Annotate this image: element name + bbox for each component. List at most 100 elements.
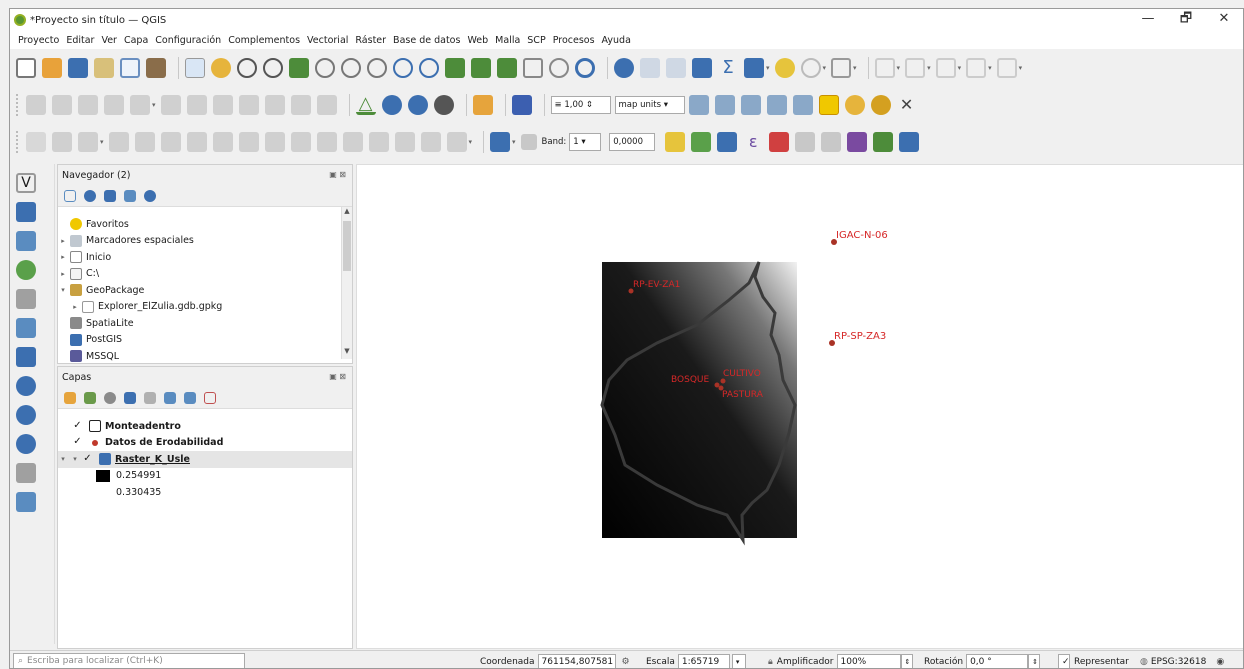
- render-checkbox[interactable]: ✓: [1058, 654, 1070, 668]
- scp-help-icon[interactable]: [899, 132, 920, 152]
- add-selected-layers-icon[interactable]: [64, 189, 76, 202]
- adv-tool-10-icon[interactable]: [264, 132, 285, 152]
- map-point-rp-sp-za3[interactable]: RP-SP-ZA3: [829, 331, 886, 346]
- adv-tool-11-icon[interactable]: [290, 132, 311, 152]
- adv-tool-14-icon[interactable]: [368, 132, 389, 152]
- zoom-in-icon[interactable]: [237, 58, 257, 78]
- tree-item-mssql[interactable]: MSSQL: [58, 348, 352, 365]
- edit-pencil-icon[interactable]: [26, 95, 46, 115]
- zoom-layer-icon[interactable]: [341, 58, 361, 78]
- rotation-spin-icon[interactable]: ⇕: [1028, 654, 1041, 668]
- collapse-all-icon[interactable]: [124, 189, 136, 202]
- tree-item-spatialite[interactable]: SpatiaLite: [58, 315, 352, 332]
- delete-selected-icon[interactable]: [186, 95, 207, 115]
- add-wfs-icon[interactable]: [16, 434, 36, 454]
- adv-tool-2-icon[interactable]: [52, 132, 72, 152]
- collapse-arrow-icon[interactable]: ▾: [58, 286, 68, 294]
- refresh-browser-icon[interactable]: [84, 189, 96, 202]
- scp-roi-icon[interactable]: [691, 132, 712, 152]
- adv-tool-13-icon[interactable]: [342, 132, 363, 152]
- project-templates-icon[interactable]: [94, 58, 114, 78]
- units-dropdown[interactable]: map units ▾: [614, 96, 685, 114]
- tree-item-geopackage[interactable]: ▾ GeoPackage: [58, 282, 352, 299]
- zoom-next-icon[interactable]: [419, 58, 439, 78]
- adv-tool-4-icon[interactable]: [108, 132, 129, 152]
- adv-tool-5-icon[interactable]: [134, 132, 155, 152]
- undo-icon[interactable]: [290, 95, 311, 115]
- add-vector-layer-icon[interactable]: V: [16, 173, 36, 193]
- scp-active-tool-icon[interactable]: [818, 95, 839, 115]
- layer-row-erodabilidad[interactable]: ✓ Datos de Erodabilidad: [58, 435, 352, 452]
- scp-tool-1-icon[interactable]: [688, 95, 709, 115]
- crs-widget[interactable]: ◍ EPSG:32618 ◉: [1140, 654, 1224, 668]
- scroll-thumb[interactable]: [343, 221, 351, 271]
- manage-visibility-icon[interactable]: [104, 391, 116, 404]
- coordinate-field[interactable]: 761154,807581: [537, 654, 616, 668]
- plugin-tool-2-icon[interactable]: [905, 58, 926, 78]
- style-manager-icon[interactable]: [146, 58, 166, 78]
- pan-hand-icon[interactable]: [185, 58, 205, 78]
- filter-expression-icon[interactable]: [144, 391, 156, 404]
- scp-disabled-2-icon[interactable]: [821, 132, 842, 152]
- lock-icon[interactable]: 🔒︎: [768, 657, 773, 667]
- menu-editar[interactable]: Editar: [66, 35, 94, 46]
- tree-item-postgis[interactable]: PostGIS: [58, 332, 352, 349]
- remove-layer-icon[interactable]: [204, 391, 216, 404]
- add-raster-layer-icon[interactable]: [16, 202, 36, 222]
- layer-visibility-checkbox[interactable]: ✓: [72, 420, 83, 432]
- layer-row-raster-k-usle[interactable]: ▾ ▾ ✓ Raster_K_Usle: [58, 451, 352, 468]
- scp-classify-icon[interactable]: [847, 132, 868, 152]
- menu-malla[interactable]: Malla: [495, 35, 520, 46]
- print-layout-icon[interactable]: [120, 58, 140, 78]
- scp-pen-icon[interactable]: [665, 132, 686, 152]
- new-map-view-icon[interactable]: [445, 58, 465, 78]
- layer-visibility-checkbox[interactable]: ✓: [72, 437, 83, 448]
- scroll-down-icon[interactable]: ▼: [342, 347, 352, 359]
- bookmark-icon[interactable]: [497, 58, 517, 78]
- adv-tool-16-icon[interactable]: [420, 132, 441, 152]
- menu-base-de-datos[interactable]: Base de datos: [393, 35, 460, 46]
- expand-arrow-icon[interactable]: ▸: [70, 303, 80, 311]
- scp-tool-2-icon[interactable]: [714, 95, 735, 115]
- temporal-controller-icon[interactable]: [549, 58, 569, 78]
- tree-item-drive-c[interactable]: ▸ C:\: [58, 266, 352, 283]
- add-mesh-layer-icon[interactable]: [16, 231, 36, 251]
- band-dropdown[interactable]: 1 ▾: [569, 133, 602, 151]
- menu-procesos[interactable]: Procesos: [553, 35, 595, 46]
- scp-tool-3-icon[interactable]: [740, 95, 761, 115]
- raster-color-icon[interactable]: [520, 134, 537, 150]
- plugin-tool-3-icon[interactable]: [935, 58, 956, 78]
- add-postgis-icon[interactable]: [16, 318, 36, 338]
- layer-row-monteadentro[interactable]: ✓ Monteadentro: [58, 418, 352, 435]
- help-icon[interactable]: [511, 95, 532, 115]
- scale-field[interactable]: 1:65719: [677, 654, 730, 668]
- locator-search-input[interactable]: ⌕ Escriba para localizar (Ctrl+K): [13, 653, 245, 668]
- line-width-spinbox[interactable]: ≡ 1,00 ⇕: [550, 96, 611, 114]
- layer-visibility-checkbox[interactable]: ✓: [82, 453, 93, 465]
- pan-to-selection-icon[interactable]: [211, 58, 231, 78]
- magnifier-field[interactable]: 100%: [836, 654, 901, 668]
- plugin-tool-5-icon[interactable]: [996, 58, 1017, 78]
- new-temporary-layer-icon[interactable]: [16, 492, 36, 512]
- menu-proyecto[interactable]: Proyecto: [18, 35, 59, 46]
- adv-tool-8-icon[interactable]: [212, 132, 233, 152]
- raster-value-field[interactable]: 0,0000: [609, 133, 656, 151]
- menu-raster[interactable]: Ráster: [355, 35, 386, 46]
- collapse-arrow-icon[interactable]: ▾: [58, 455, 68, 463]
- adv-tool-9-icon[interactable]: [238, 132, 259, 152]
- redo-icon[interactable]: [316, 95, 337, 115]
- text-annotation-icon[interactable]: [831, 58, 852, 78]
- menu-capa[interactable]: Capa: [124, 35, 148, 46]
- adv-tool-12-icon[interactable]: [316, 132, 337, 152]
- magnifier-spin-icon[interactable]: ⇕: [900, 654, 913, 668]
- add-spatialite-icon[interactable]: [16, 289, 36, 309]
- filter-browser-icon[interactable]: [104, 189, 116, 202]
- raster-pick-icon[interactable]: [490, 132, 511, 152]
- plugin-tool-1-icon[interactable]: [874, 58, 895, 78]
- plugin-tool-4-icon[interactable]: [966, 58, 987, 78]
- zoom-out-icon[interactable]: [263, 58, 283, 78]
- map-point-igac-n-06[interactable]: IGAC-N-06: [831, 230, 888, 245]
- new-project-icon[interactable]: [16, 58, 36, 78]
- save-edits-icon[interactable]: [78, 95, 98, 115]
- adv-tool-1-icon[interactable]: [26, 132, 46, 152]
